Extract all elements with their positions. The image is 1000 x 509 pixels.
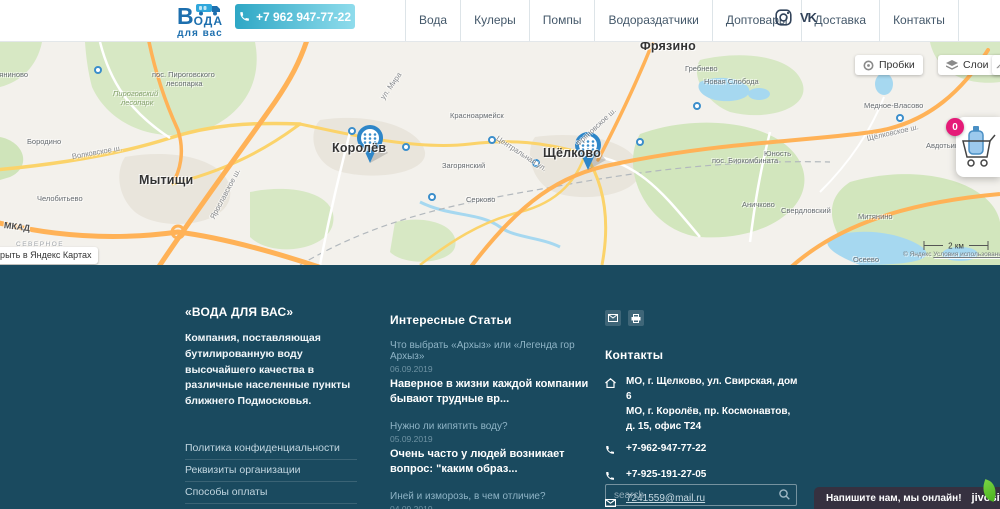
address-line-2: МО, г. Королёв, пр. Космонавтов, д. 15, … [626, 404, 800, 434]
vk-icon[interactable]: VK [799, 10, 823, 25]
envelope-icon [608, 314, 618, 322]
phone-number-2: +7-925-191-27-05 [626, 467, 706, 482]
instagram-icon[interactable] [775, 9, 792, 26]
footer-links: Политика конфиденциальности Реквизиты ор… [185, 438, 357, 509]
about-title: «ВОДА ДЛЯ ВАС» [185, 305, 357, 319]
footer-link-data-transfer[interactable]: Процесс передачи данных [185, 504, 357, 509]
traffic-icon [863, 60, 874, 71]
address-line-1: МО, г. Щелково, ул. Свирская, дом 6 [626, 374, 800, 404]
vk-icon-label: VK [800, 10, 818, 25]
footer-articles-column: Интересные Статьи Что выбрать «Архыз» ил… [390, 313, 590, 509]
search-icon[interactable] [779, 489, 790, 500]
layers-label: Слои [963, 59, 989, 71]
footer: «ВОДА ДЛЯ ВАС» Компания, поставляющая бу… [0, 265, 1000, 509]
ruler-icon [996, 60, 1000, 70]
article-date: 05.09.2019 [390, 434, 590, 444]
map-canvas[interactable]: Челяниновопос. ПироговскоголесопаркаПиро… [0, 42, 1000, 265]
nav-item-kontakty[interactable]: Контакты [879, 0, 959, 41]
nav-item-pompy[interactable]: Помпы [529, 0, 595, 41]
contact-address: МО, г. Щелково, ул. Свирская, дом 6 МО, … [605, 374, 800, 434]
layers-icon [946, 60, 958, 70]
chat-widget[interactable]: Напишите нам, мы онлайн! jivosite [814, 487, 1000, 509]
map-copyright: © Яндекс Условия использования [903, 251, 1000, 258]
article-date: 06.09.2019 [390, 364, 590, 374]
share-icons [605, 310, 800, 326]
cart-count-badge[interactable]: 0 [946, 118, 964, 136]
logo-rest: ОДА [194, 16, 223, 26]
map-graphics [0, 42, 1000, 265]
scale-label: 2 км [948, 242, 964, 251]
footer-search [605, 484, 797, 506]
article-excerpt: Наверное в жизни каждой компании бывают … [390, 377, 590, 408]
share-mail-button[interactable] [605, 310, 621, 326]
article-date: 04.09.2019 [390, 504, 590, 509]
traffic-label: Пробки [879, 59, 915, 71]
home-icon [605, 374, 617, 393]
social-links: VK [775, 9, 823, 26]
phone-icon [605, 441, 617, 460]
phone-button[interactable]: +7 962 947-77-22 [235, 4, 355, 29]
logo-subtitle: для вас [168, 28, 232, 39]
layers-button[interactable]: Слои [938, 55, 1000, 75]
contacts-title: Контакты [605, 348, 800, 362]
article-link[interactable]: Нужно ли кипятить воду? [390, 421, 590, 432]
traffic-button[interactable]: Пробки [855, 55, 923, 75]
ruler-button[interactable] [992, 55, 1000, 75]
footer-link-payment[interactable]: Способы оплаты [185, 482, 357, 504]
footer-about-column: «ВОДА ДЛЯ ВАС» Компания, поставляющая бу… [185, 305, 357, 509]
article-item: Иней и изморозь, в чем отличие? 04.09.20… [390, 491, 590, 509]
main-nav: Вода Кулеры Помпы Водораздатчики Доптова… [405, 0, 959, 41]
logo[interactable]: В ОДА для вас [168, 2, 232, 39]
printer-icon [631, 314, 641, 323]
phone-number-1: +7-962-947-77-22 [626, 441, 706, 456]
article-item: Нужно ли кипятить воду? 05.09.2019 Очень… [390, 421, 590, 478]
article-item: Что выбрать «Архыз» или «Легенда гор Арх… [390, 340, 590, 408]
chat-message: Напишите нам, мы онлайн! [826, 493, 962, 504]
nav-item-kulery[interactable]: Кулеры [460, 0, 529, 41]
about-text: Компания, поставляющая бутилированную во… [185, 331, 357, 410]
open-in-yandex-maps-button[interactable]: Открыть в Яндекс Картах [0, 247, 98, 264]
terms-link[interactable]: Условия использования [933, 251, 1000, 258]
share-print-button[interactable] [628, 310, 644, 326]
article-excerpt: Очень часто у людей возникает вопрос: "к… [390, 447, 590, 478]
yandex-copyright: © Яндекс [903, 251, 931, 258]
page: В ОДА для вас +7 96 [0, 0, 1000, 509]
footer-link-requisites[interactable]: Реквизиты организации [185, 460, 357, 482]
footer-contacts-column: Контакты МО, г. Щелково, ул. Свирская, д… [605, 310, 800, 509]
search-input[interactable] [605, 484, 797, 506]
logo-initial: В [177, 6, 194, 26]
bottle-cart-icon [959, 123, 997, 171]
articles-title: Интересные Статьи [390, 313, 590, 327]
header: В ОДА для вас +7 96 [0, 0, 1000, 42]
phone-icon [239, 11, 250, 22]
nav-item-vodorazdatchiki[interactable]: Водораздатчики [594, 0, 711, 41]
footer-link-privacy[interactable]: Политика конфиденциальности [185, 438, 357, 460]
article-link[interactable]: Что выбрать «Архыз» или «Легенда гор Арх… [390, 340, 590, 362]
nav-item-voda[interactable]: Вода [405, 0, 460, 41]
contact-phone-1: +7-962-947-77-22 [605, 441, 800, 460]
article-link[interactable]: Иней и изморозь, в чем отличие? [390, 491, 590, 502]
phone-number: +7 962 947-77-22 [256, 10, 351, 24]
